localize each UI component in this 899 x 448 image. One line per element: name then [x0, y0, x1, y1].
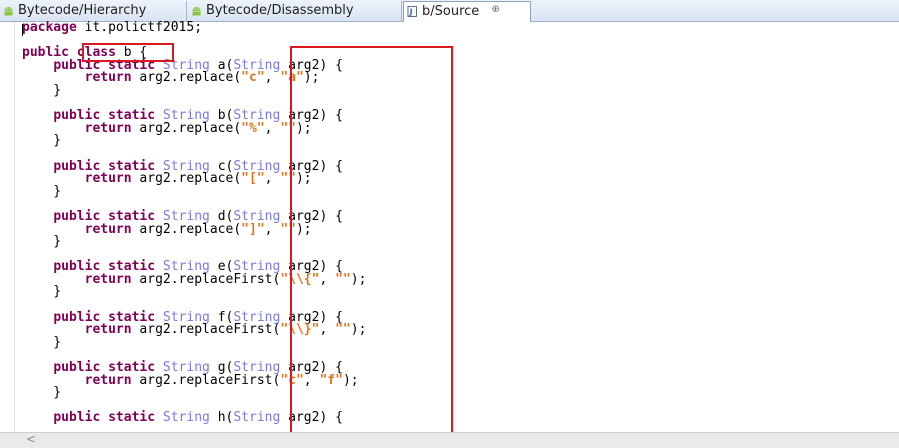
code-line[interactable]: } [22, 335, 61, 350]
android-icon [192, 7, 201, 16]
code-line[interactable]: } [22, 184, 61, 199]
code-line[interactable]: } [22, 385, 61, 400]
horizontal-scrollbar[interactable]: < [0, 432, 899, 448]
close-icon[interactable]: ⊕ [491, 2, 499, 18]
tab-bytecode-disassembly[interactable]: Bytecode/Disassembly [188, 1, 402, 21]
svg-text:J: J [409, 8, 413, 17]
code-line[interactable]: } [22, 234, 61, 249]
tab-label: Bytecode/Disassembly [206, 3, 354, 18]
code-line[interactable]: } [22, 83, 61, 98]
tab-bytecode-hierarchy[interactable]: Bytecode/Hierarchy [0, 1, 187, 21]
class-name-highlight-box [82, 43, 174, 62]
code-line[interactable]: } [22, 284, 61, 299]
code-line[interactable]: package it.polictf2015; [22, 20, 202, 35]
replace-args-highlight-box [290, 46, 453, 445]
editor-gutter [0, 22, 15, 432]
text-cursor [22, 24, 23, 36]
android-icon [4, 7, 13, 16]
code-line[interactable]: return arg2.replace("[", ""); [22, 171, 312, 186]
code-line[interactable]: return arg2.replace("]", ""); [22, 222, 312, 237]
tab-b-source[interactable]: J b/Source ⊕ [403, 1, 531, 22]
code-line[interactable]: return arg2.replace("%", ""); [22, 121, 312, 136]
tab-label: b/Source [422, 4, 480, 19]
editor-tab-bar: Bytecode/Hierarchy Bytecode/Disassembly … [0, 0, 899, 22]
code-line[interactable]: return arg2.replace("c", "a"); [22, 70, 320, 85]
code-line[interactable]: } [22, 133, 61, 148]
tab-label: Bytecode/Hierarchy [18, 3, 147, 18]
scroll-left-arrow-icon[interactable]: < [26, 432, 36, 446]
java-source-icon: J [407, 6, 417, 17]
